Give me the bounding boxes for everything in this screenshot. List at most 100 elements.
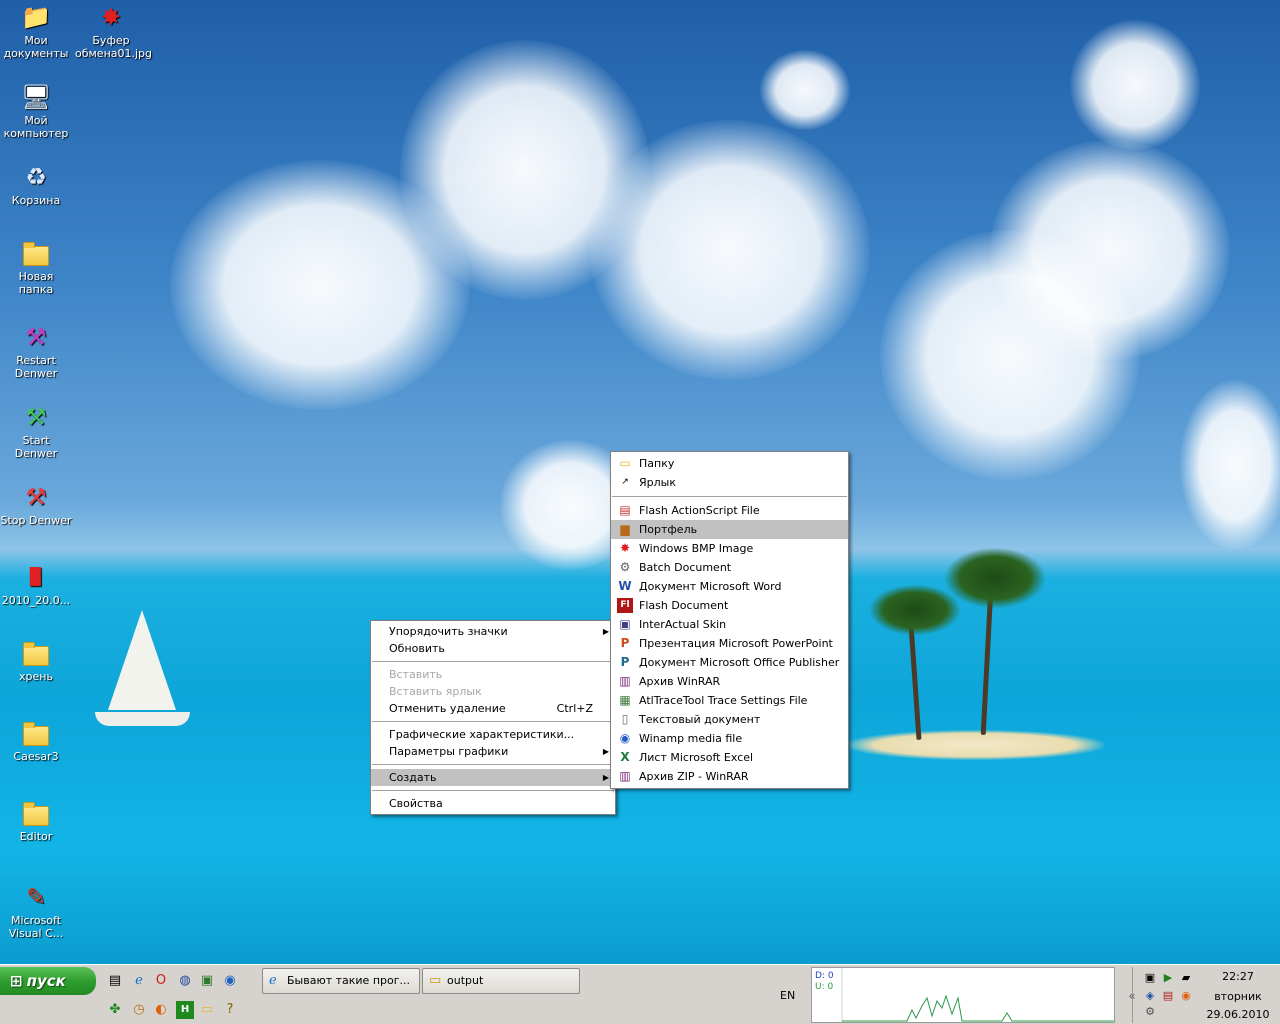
taskbar-window-browser[interactable]: ℯ Бывают такие прог... — [262, 968, 420, 994]
desktop-icon-caesar3[interactable]: Caesar3 — [0, 720, 72, 763]
submenu-item-folder[interactable]: ▭ Папку — [611, 454, 848, 473]
submenu-item-interactual[interactable]: ▣ InterActual Skin — [611, 615, 848, 634]
desktop-icon-start-denwer[interactable]: ⚒ Start Denwer — [0, 402, 72, 460]
create-submenu: ▭ Папку ↗ Ярлык ▤ Flash ActionScript File ▆… — [610, 451, 849, 789]
folder-icon — [23, 242, 49, 266]
desktop-icon-folder-hren[interactable]: хрень — [0, 640, 72, 683]
taskbar-window-output-folder[interactable]: ▭ output — [422, 968, 580, 994]
text-document-icon: ▯ — [621, 712, 629, 726]
tray-usb-icon[interactable]: ▰ — [1177, 969, 1195, 987]
winamp-icon: ◉ — [619, 731, 631, 745]
tray-flag-icon[interactable]: ▤ — [1159, 987, 1177, 1005]
winrar-archive-icon: ▥ — [619, 674, 631, 688]
flash-document-icon: Fl — [617, 598, 633, 613]
menu-separator — [372, 721, 614, 722]
menu-item-properties[interactable]: Свойства — [371, 795, 615, 812]
network-traffic-graph — [841, 968, 1114, 1022]
bmp-image-icon: ✸ — [619, 541, 631, 555]
submenu-item-zip[interactable]: ▥ Архив ZIP - WinRAR — [611, 767, 848, 786]
tray-antivirus-icon[interactable]: ◉ — [1177, 987, 1195, 1005]
desktop-icon-clipboard-image[interactable]: ✸ Буфер обмена01.jpg — [75, 2, 152, 60]
network-monitor: D: 0 U: 0 — [811, 967, 1115, 1023]
menu-item-graphics-options[interactable]: Параметры графики ▶ — [371, 743, 615, 760]
menu-separator — [372, 661, 614, 662]
language-indicator[interactable]: EN — [780, 989, 795, 1002]
clock-time[interactable]: 22:27 — [1203, 970, 1273, 983]
submenu-item-batch[interactable]: ⚙ Batch Document — [611, 558, 848, 577]
briefcase-icon: ▆ — [620, 522, 630, 536]
firefox-icon[interactable]: ◐ — [152, 1001, 170, 1019]
desktop-icon-my-computer[interactable]: 🖥 Мой компьютер — [0, 82, 72, 140]
internet-explorer-icon[interactable]: ℯ — [130, 972, 148, 990]
menu-item-create[interactable]: Создать ▶ — [371, 769, 615, 786]
desktop-icon-visual-studio[interactable]: ✎ Microsoft Visual C... — [0, 882, 72, 940]
folder-icon: ▭ — [429, 973, 442, 988]
menu-item-paste: Вставить — [389, 668, 443, 681]
submenu-item-powerpoint[interactable]: P Презентация Microsoft PowerPoint — [611, 634, 848, 653]
calculator-icon[interactable]: ▤ — [106, 972, 124, 990]
menu-item-graphics-properties[interactable]: Графические характеристики... — [371, 726, 615, 743]
submenu-item-word[interactable]: W Документ Microsoft Word — [611, 577, 848, 596]
desktop-icon-pdf[interactable]: ▉ 2010_20.0... — [0, 562, 72, 607]
visual-studio-icon: ✎ — [25, 883, 47, 911]
tray-settings-icon[interactable]: ⚙ — [1141, 1003, 1159, 1021]
my-documents-icon: 📁 — [21, 3, 51, 31]
tray-computer-icon[interactable]: ▣ — [1141, 969, 1159, 987]
folder-icon — [23, 642, 49, 666]
help-icon[interactable]: ? — [221, 1001, 239, 1019]
pdf-file-icon: ▉ — [29, 567, 43, 586]
word-document-icon: W — [618, 579, 632, 593]
cloud — [590, 120, 870, 380]
desktop-icon-editor[interactable]: Editor — [0, 800, 72, 843]
submenu-arrow-icon: ▶ — [602, 747, 609, 756]
menu-separator — [612, 496, 847, 497]
submenu-arrow-icon: ▶ — [602, 773, 609, 782]
submenu-item-atltrace[interactable]: ▦ AtlTraceTool Trace Settings File — [611, 691, 848, 710]
submenu-item-winrar[interactable]: ▥ Архив WinRAR — [611, 672, 848, 691]
tray-play-icon[interactable]: ▶ — [1159, 969, 1177, 987]
submenu-item-flash[interactable]: Fl Flash Document — [611, 596, 848, 615]
clock-date: 29.06.2010 — [1206, 1008, 1270, 1021]
sailboat-hull — [95, 712, 190, 726]
image-file-icon: ✸ — [100, 3, 122, 31]
internet-explorer-icon: ℯ — [269, 973, 277, 988]
clock-weekday: вторник — [1214, 990, 1262, 1003]
opera-icon[interactable]: O — [152, 972, 170, 990]
desktop-background: 📁 Мои документы ✸ Буфер обмена01.jpg 🖥 М… — [0, 0, 1280, 964]
submenu-item-shortcut[interactable]: ↗ Ярлык — [611, 473, 848, 492]
editor-app-icon[interactable]: H — [176, 1001, 194, 1019]
start-button[interactable]: ⊞ пуск — [0, 967, 96, 995]
desktop-icon-my-documents[interactable]: 📁 Мои документы — [0, 2, 72, 60]
clover-icon[interactable]: ✤ — [106, 1001, 124, 1019]
menu-item-arrange-icons[interactable]: Упорядочить значки ▶ — [371, 623, 615, 640]
photo-viewer-icon[interactable]: ▣ — [198, 972, 216, 990]
folder-icon — [23, 722, 49, 746]
submenu-item-text-document[interactable]: ▯ Текстовый документ — [611, 710, 848, 729]
submenu-item-briefcase[interactable]: ▆ Портфель — [611, 520, 848, 539]
menu-item-undo-delete[interactable]: Отменить удаление Ctrl+Z — [371, 700, 615, 717]
submenu-arrow-icon: ▶ — [602, 627, 609, 636]
submenu-item-actionscript[interactable]: ▤ Flash ActionScript File — [611, 501, 848, 520]
publisher-icon: P — [620, 655, 630, 669]
submenu-item-winamp[interactable]: ◉ Winamp media file — [611, 729, 848, 748]
island — [845, 730, 1105, 760]
clock-app-icon[interactable]: ◷ — [130, 1001, 148, 1019]
denwer-stop-icon: ⚒ — [25, 483, 47, 511]
powerpoint-icon: P — [620, 636, 630, 650]
denwer-start-icon: ⚒ — [25, 403, 47, 431]
submenu-item-bmp-image[interactable]: ✸ Windows BMP Image — [611, 539, 848, 558]
desktop-icon-stop-denwer[interactable]: ⚒ Stop Denwer — [0, 482, 72, 527]
sailboat-sail — [108, 610, 176, 710]
folder-icon[interactable]: ▭ — [198, 1001, 216, 1019]
zip-archive-icon: ▥ — [619, 769, 631, 783]
tray-expand-icon[interactable]: « — [1123, 987, 1141, 1005]
desktop-icon-restart-denwer[interactable]: ⚒ Restart Denwer — [0, 322, 72, 380]
submenu-item-publisher[interactable]: P Документ Microsoft Office Publisher — [611, 653, 848, 672]
submenu-item-excel[interactable]: X Лист Microsoft Excel — [611, 748, 848, 767]
network-icon[interactable]: ◍ — [176, 972, 194, 990]
desktop-context-menu: Упорядочить значки ▶ Обновить Вставить Вс… — [370, 620, 616, 815]
desktop-icon-new-folder[interactable]: Новая папка — [0, 240, 72, 296]
desktop-icon-recycle-bin[interactable]: ♻ Корзина — [0, 162, 72, 207]
menu-item-refresh[interactable]: Обновить — [371, 640, 615, 657]
media-player-icon[interactable]: ◉ — [221, 972, 239, 990]
